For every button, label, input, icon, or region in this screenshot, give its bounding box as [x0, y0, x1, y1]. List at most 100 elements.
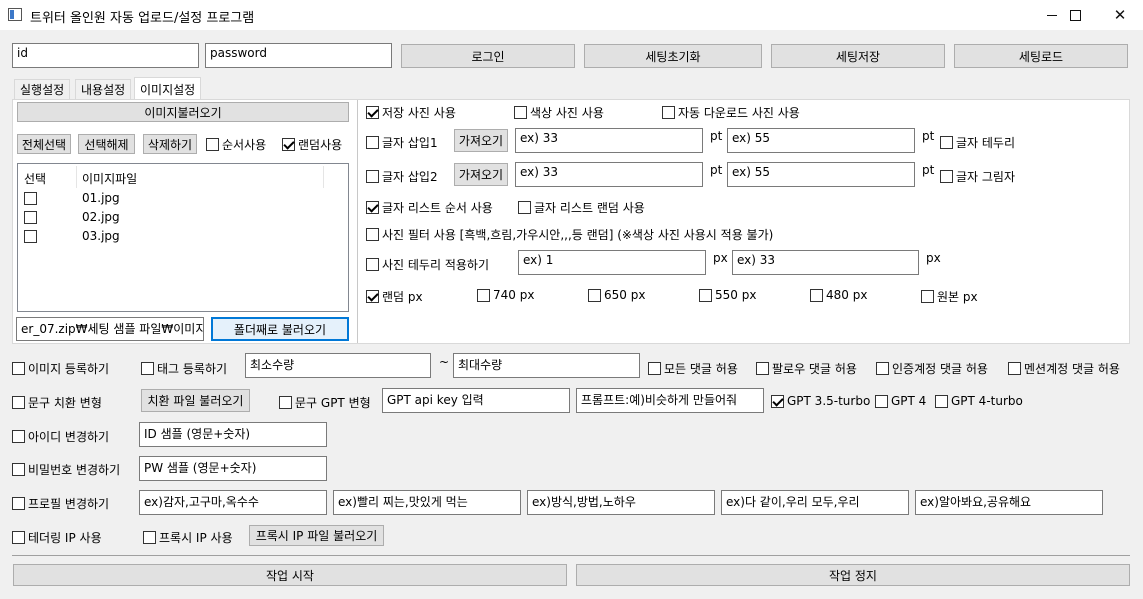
allow-all-comments-box[interactable]	[648, 362, 661, 375]
reset-settings-button[interactable]: 세팅초기화	[584, 44, 762, 68]
file-select-checkbox[interactable]	[24, 230, 37, 243]
pw-change-checkbox[interactable]: 비밀번호 변경하기	[12, 461, 120, 478]
gpt4turbo-checkbox[interactable]: GPT 4-turbo	[935, 394, 1023, 408]
import-text2-button[interactable]: 가져오기	[454, 163, 508, 186]
size-740-box[interactable]	[477, 288, 490, 302]
verified-comments-box[interactable]	[876, 362, 889, 375]
profile-word1-input[interactable]: ex)감자,고구마,옥수수	[139, 490, 327, 515]
size-740-checkbox[interactable]: 740 px	[477, 288, 534, 302]
close-button[interactable]: ✕	[1097, 0, 1143, 30]
password-input[interactable]: password	[205, 43, 392, 68]
text-list-random-checkbox[interactable]: 글자 리스트 랜덤 사용	[518, 199, 645, 216]
image-register-box[interactable]	[12, 362, 25, 375]
tethering-checkbox[interactable]: 테더링 IP 사용	[12, 529, 102, 546]
select-all-button[interactable]: 전체선택	[17, 134, 71, 154]
saved-photo-checkbox[interactable]: 저장 사진 사용	[366, 104, 456, 121]
file-select-checkbox[interactable]	[24, 192, 37, 205]
follower-comments-checkbox[interactable]: 팔로우 댓글 허용	[756, 360, 857, 377]
replace-file-load-button[interactable]: 치환 파일 불러오기	[141, 389, 250, 412]
photo-border-checkbox[interactable]: 사진 테두리 적용하기	[366, 256, 489, 273]
color-photo-checkbox[interactable]: 색상 사진 사용	[514, 104, 604, 121]
load-settings-button[interactable]: 세팅로드	[954, 44, 1128, 68]
phrase-replace-checkbox[interactable]: 문구 치환 변형	[12, 394, 102, 411]
image-register-checkbox[interactable]: 이미지 등록하기	[12, 360, 109, 377]
id-input[interactable]: id	[12, 43, 199, 68]
saved-photo-box[interactable]	[366, 106, 379, 119]
start-button[interactable]: 작업 시작	[13, 564, 567, 586]
size-550-box[interactable]	[699, 288, 712, 302]
insert2-size1-input[interactable]: ex) 33	[515, 162, 703, 187]
profile-word3-input[interactable]: ex)방식,방법,노하우	[527, 490, 715, 515]
color-photo-box[interactable]	[514, 106, 527, 119]
insert2-size2-input[interactable]: ex) 55	[727, 162, 915, 187]
gpt35-checkbox[interactable]: GPT 3.5-turbo	[771, 394, 870, 408]
size-random-checkbox[interactable]: 랜덤 px	[366, 288, 423, 305]
min-count-input[interactable]: 최소수량	[245, 353, 431, 378]
proxy-file-load-button[interactable]: 프록시 IP 파일 불러오기	[249, 525, 384, 546]
text-insert2-box[interactable]	[366, 170, 379, 183]
size-original-box[interactable]	[921, 290, 934, 303]
text-insert2-checkbox[interactable]: 글자 삽입2	[366, 168, 438, 185]
text-insert1-checkbox[interactable]: 글자 삽입1	[366, 134, 438, 151]
size-650-checkbox[interactable]: 650 px	[588, 288, 645, 302]
image-file-list[interactable]: 선택 이미지파일 01.jpg 02.jpg 03.jpg	[17, 163, 349, 312]
phrase-replace-box[interactable]	[12, 396, 25, 409]
follower-comments-box[interactable]	[756, 362, 769, 375]
folder-path-input[interactable]: er_07.zip₩세팅 샘플 파일₩이미지	[16, 317, 204, 341]
order-use-box[interactable]	[206, 138, 219, 151]
gpt35-box[interactable]	[771, 394, 784, 408]
delete-button[interactable]: 삭제하기	[143, 134, 197, 154]
proxy-checkbox[interactable]: 프록시 IP 사용	[143, 529, 233, 546]
verified-comments-checkbox[interactable]: 인증계정 댓글 허용	[876, 360, 988, 377]
gpt4turbo-box[interactable]	[935, 394, 948, 408]
profile-change-checkbox[interactable]: 프로필 변경하기	[12, 495, 109, 512]
id-change-checkbox[interactable]: 아이디 변경하기	[12, 428, 109, 445]
tag-register-checkbox[interactable]: 태그 등록하기	[141, 360, 227, 377]
deselect-button[interactable]: 선택해제	[78, 134, 135, 154]
mention-comments-checkbox[interactable]: 멘션계정 댓글 허용	[1008, 360, 1120, 377]
maximize-button[interactable]	[1052, 0, 1098, 30]
text-border-box[interactable]	[940, 136, 953, 149]
allow-all-comments-checkbox[interactable]: 모든 댓글 허용	[648, 360, 738, 377]
size-480-checkbox[interactable]: 480 px	[810, 288, 867, 302]
login-button[interactable]: 로그인	[401, 44, 575, 68]
order-use-checkbox[interactable]: 순서사용	[206, 136, 266, 153]
phrase-gpt-checkbox[interactable]: 문구 GPT 변형	[279, 394, 371, 411]
list-item[interactable]: 02.jpg	[24, 210, 120, 227]
tab-run-settings[interactable]: 실행설정	[14, 79, 71, 99]
size-random-box[interactable]	[366, 290, 379, 303]
id-sample-input[interactable]: ID 샘플 (영문+숫자)	[139, 422, 327, 447]
save-settings-button[interactable]: 세팅저장	[771, 44, 945, 68]
random-use-checkbox[interactable]: 랜덤사용	[282, 136, 342, 153]
stop-button[interactable]: 작업 정지	[576, 564, 1130, 586]
insert1-size1-input[interactable]: ex) 33	[515, 128, 703, 153]
max-count-input[interactable]: 최대수량	[453, 353, 640, 378]
text-insert1-box[interactable]	[366, 136, 379, 149]
import-text1-button[interactable]: 가져오기	[454, 129, 508, 152]
tab-content-settings[interactable]: 내용설정	[75, 79, 132, 99]
auto-download-checkbox[interactable]: 자동 다운로드 사진 사용	[662, 104, 800, 121]
size-550-checkbox[interactable]: 550 px	[699, 288, 756, 302]
tethering-box[interactable]	[12, 531, 25, 544]
gpt4-checkbox[interactable]: GPT 4	[875, 394, 926, 408]
text-list-order-checkbox[interactable]: 글자 리스트 순서 사용	[366, 199, 493, 216]
profile-word5-input[interactable]: ex)알아봐요,공유해요	[915, 490, 1103, 515]
file-select-checkbox[interactable]	[24, 211, 37, 224]
pw-sample-input[interactable]: PW 샘플 (영문+숫자)	[139, 456, 327, 481]
tag-register-box[interactable]	[141, 362, 154, 375]
size-650-box[interactable]	[588, 288, 601, 302]
pw-change-box[interactable]	[12, 463, 25, 476]
size-480-box[interactable]	[810, 288, 823, 302]
border-size2-input[interactable]: ex) 33	[732, 250, 919, 275]
text-list-order-box[interactable]	[366, 201, 379, 214]
size-original-checkbox[interactable]: 원본 px	[921, 288, 978, 305]
phrase-gpt-box[interactable]	[279, 396, 292, 409]
profile-word4-input[interactable]: ex)다 같이,우리 모두,우리	[721, 490, 909, 515]
photo-filter-box[interactable]	[366, 228, 379, 241]
insert1-size2-input[interactable]: ex) 55	[727, 128, 915, 153]
profile-word2-input[interactable]: ex)빨리 찌는,맛있게 먹는	[333, 490, 521, 515]
text-shadow-box[interactable]	[940, 170, 953, 183]
auto-download-box[interactable]	[662, 106, 675, 119]
proxy-box[interactable]	[143, 531, 156, 544]
gpt4-box[interactable]	[875, 394, 888, 408]
